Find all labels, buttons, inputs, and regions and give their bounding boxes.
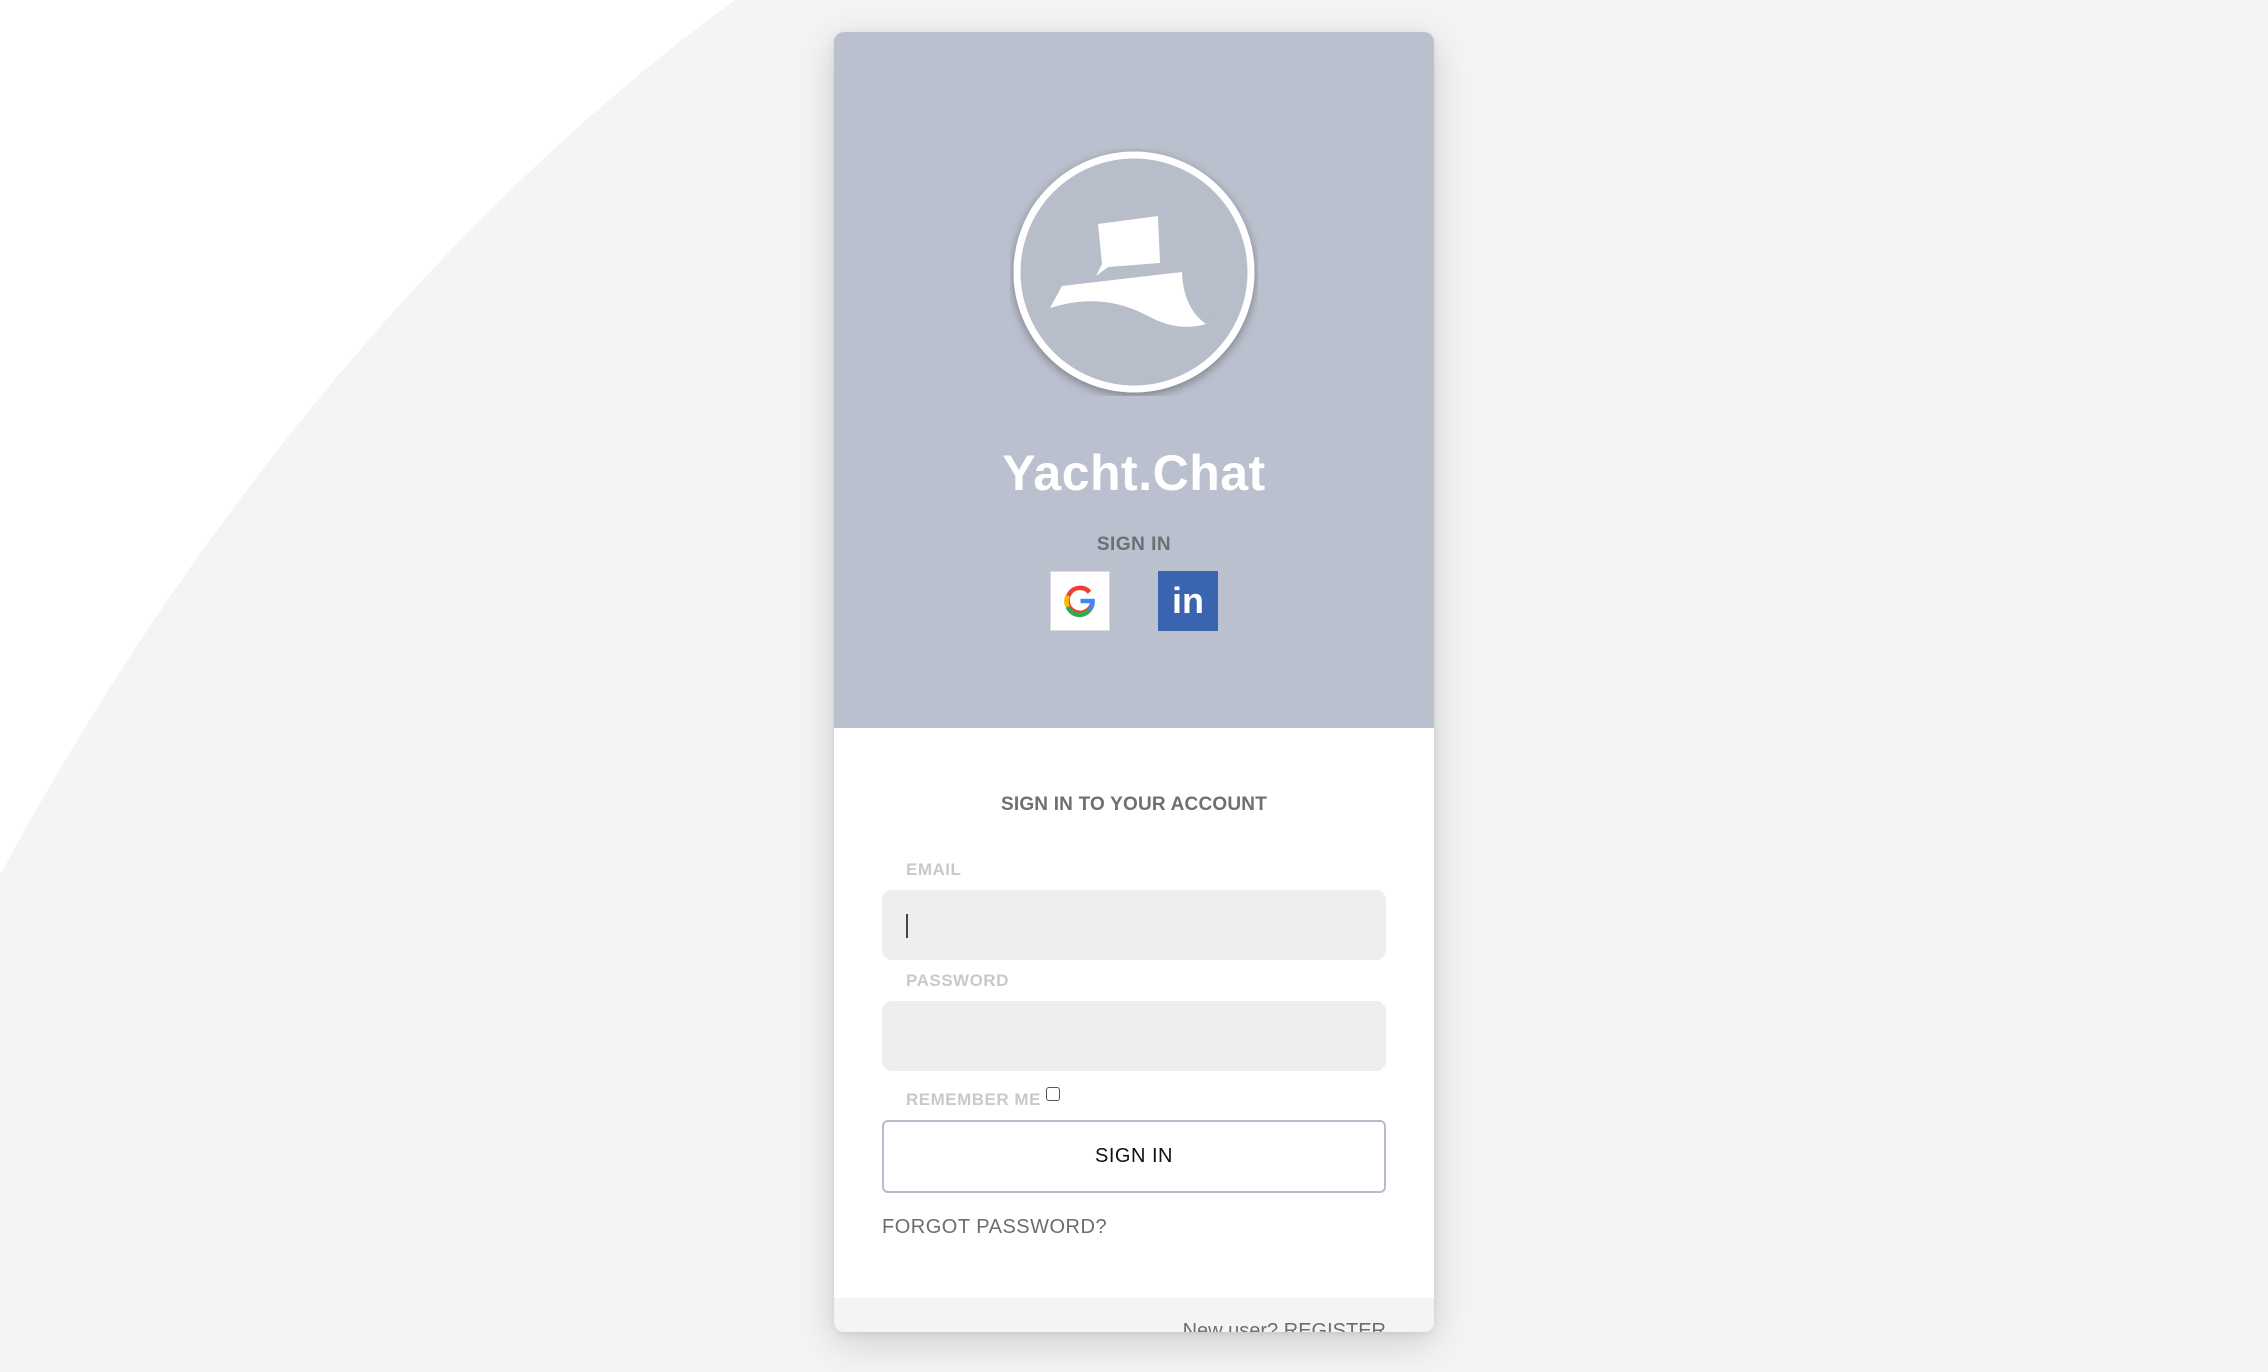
forgot-password-link[interactable]: FORGOT PASSWORD? [882,1216,1107,1239]
new-user-text: New user? [1182,1320,1279,1332]
remember-me-checkbox[interactable] [1046,1087,1060,1101]
text-cursor [906,914,908,938]
login-card: Yacht.Chat SIGN IN in SIGN IN TO YOUR AC… [834,32,1434,1332]
google-signin-button[interactable] [1050,571,1110,631]
form-title: SIGN IN TO YOUR ACCOUNT [1000,794,1268,815]
email-label: EMAIL [906,860,962,879]
svg-text:in: in [1172,580,1204,621]
brand-name: Yacht.Chat [1002,445,1266,501]
password-field[interactable] [882,1001,1386,1071]
linkedin-icon: in [1172,580,1204,621]
yacht-logo-icon [1010,148,1258,396]
signin-button[interactable]: SIGN IN [882,1120,1386,1193]
register-prompt: New user? REGISTER [1183,1320,1386,1332]
remember-me-label: REMEMBER ME [906,1090,1041,1109]
linkedin-signin-button[interactable]: in [1158,571,1218,631]
social-signin-heading: SIGN IN [1096,534,1172,555]
google-icon [1064,585,1095,618]
password-label: PASSWORD [906,971,1009,990]
register-link[interactable]: REGISTER [1284,1320,1386,1332]
login-hero: Yacht.Chat SIGN IN in [834,32,1434,728]
email-field[interactable] [882,890,1386,960]
card-footer: New user? REGISTER [834,1298,1434,1332]
